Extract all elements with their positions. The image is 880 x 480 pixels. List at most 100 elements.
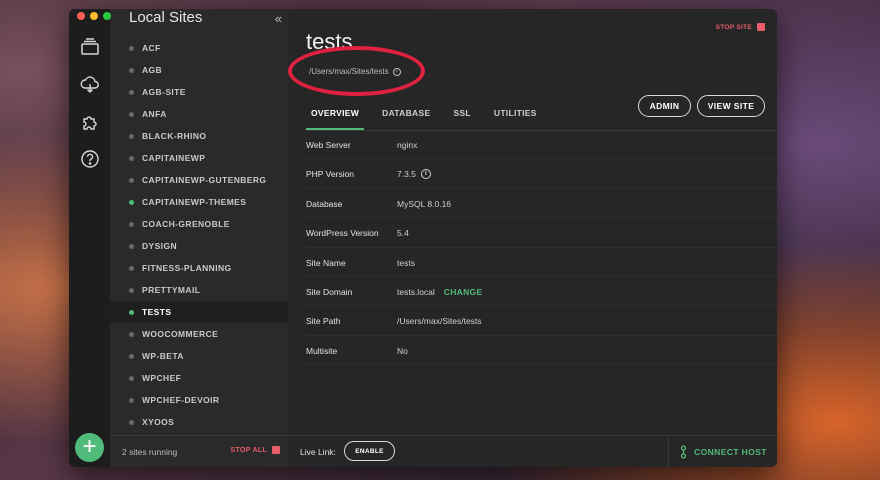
site-item-capitainewp-themes[interactable]: CAPITAINEWP-THEMES bbox=[110, 191, 288, 213]
tab-utilities[interactable]: UTILITIES bbox=[489, 104, 542, 130]
detail-row: Site Domain tests.local CHANGE bbox=[306, 277, 777, 307]
addons-icon[interactable] bbox=[79, 110, 101, 132]
running-count: 2 sites running bbox=[122, 447, 178, 457]
detail-value: /Users/max/Sites/tests bbox=[397, 316, 482, 327]
site-item-label: ANFA bbox=[142, 109, 167, 119]
detail-value: No bbox=[397, 345, 408, 356]
detail-value: tests.local bbox=[397, 286, 435, 297]
window-controls bbox=[77, 12, 111, 20]
stop-square-icon bbox=[272, 446, 280, 454]
stopped-status-dot bbox=[129, 375, 134, 381]
connect-host-label: CONNECT HOST bbox=[694, 447, 767, 457]
site-item-anfa[interactable]: ANFA bbox=[110, 103, 288, 125]
detail-value-wrap: 7.3.5 i bbox=[397, 169, 431, 180]
stopped-status-dot bbox=[129, 265, 134, 271]
detail-label: Site Path bbox=[306, 316, 341, 327]
stop-all-label: STOP ALL bbox=[230, 446, 267, 454]
site-item-label: WPCHEF-DEVOIR bbox=[142, 395, 220, 405]
stopped-status-dot bbox=[129, 353, 134, 359]
site-item-wp-beta[interactable]: WP-BETA bbox=[110, 345, 288, 367]
detail-value-wrap: nginx bbox=[397, 140, 417, 150]
site-item-label: PRETTYMAIL bbox=[142, 285, 201, 295]
site-item-capitainewp[interactable]: CAPITAINEWP bbox=[110, 147, 288, 169]
site-item-xyoos[interactable]: XYOOS bbox=[110, 411, 288, 433]
info-icon[interactable]: i bbox=[420, 169, 431, 180]
site-item-wpchef[interactable]: WPCHEF bbox=[110, 367, 288, 389]
detail-label: PHP Version bbox=[306, 169, 355, 180]
site-item-label: WP-BETA bbox=[142, 351, 184, 361]
site-item-capitainewp-gutenberg[interactable]: CAPITAINEWP-GUTENBERG bbox=[110, 169, 288, 191]
detail-row: Database MySQL 8.0.16 bbox=[306, 189, 777, 219]
sidebar-title: Local Sites bbox=[129, 9, 203, 26]
stopped-status-dot bbox=[129, 67, 134, 73]
site-tabs: OVERVIEW DATABASE SSL UTILITIES bbox=[306, 104, 542, 130]
detail-value-wrap: 5.4 bbox=[397, 228, 409, 238]
detail-label: Multisite bbox=[306, 345, 338, 356]
stopped-status-dot bbox=[129, 45, 134, 51]
detail-value: 5.4 bbox=[397, 228, 409, 239]
detail-row: Web Server nginx bbox=[306, 130, 777, 160]
stop-all-button[interactable]: STOP ALL bbox=[230, 446, 280, 454]
collapse-sidebar-icon[interactable]: « bbox=[275, 11, 282, 26]
site-item-woocommerce[interactable]: WOOCOMMERCE bbox=[110, 323, 288, 345]
detail-value: MySQL 8.0.16 bbox=[397, 198, 452, 209]
detail-value: tests bbox=[397, 257, 415, 268]
view-site-button[interactable]: VIEW SITE bbox=[697, 95, 765, 117]
stopped-status-dot bbox=[129, 133, 134, 139]
stopped-status-dot bbox=[129, 243, 134, 249]
site-item-label: COACH-GRENOBLE bbox=[142, 219, 230, 229]
detail-value-wrap: No bbox=[397, 346, 408, 356]
sites-icon[interactable] bbox=[79, 36, 101, 58]
detail-value-wrap: /Users/max/Sites/tests bbox=[397, 316, 482, 326]
detail-value: 7.3.5 bbox=[397, 169, 416, 180]
stopped-status-dot bbox=[129, 155, 134, 161]
minimize-window-button[interactable] bbox=[90, 12, 98, 20]
site-item-label: AGB bbox=[142, 65, 163, 75]
site-item-label: XYOOS bbox=[142, 417, 175, 427]
stop-site-button[interactable]: STOP SITE bbox=[716, 23, 765, 31]
detail-label: Site Domain bbox=[306, 286, 353, 297]
enable-live-link-button[interactable]: ENABLE bbox=[344, 441, 395, 461]
stop-site-label: STOP SITE bbox=[715, 23, 752, 31]
detail-label: Web Server bbox=[306, 140, 351, 150]
site-item-prettymail[interactable]: PRETTYMAIL bbox=[110, 279, 288, 301]
tab-overview[interactable]: OVERVIEW bbox=[306, 104, 365, 130]
stopped-status-dot bbox=[129, 221, 134, 227]
detail-label: Database bbox=[306, 198, 343, 209]
site-item-dysign[interactable]: DYSIGN bbox=[110, 235, 288, 257]
site-item-fitness-planning[interactable]: FITNESS-PLANNING bbox=[110, 257, 288, 279]
running-status-dot bbox=[129, 199, 134, 205]
stopped-status-dot bbox=[129, 111, 134, 117]
live-link-label: Live Link: bbox=[300, 447, 336, 457]
stopped-status-dot bbox=[129, 287, 134, 293]
stopped-status-dot bbox=[129, 331, 134, 337]
connect-host-button[interactable]: CONNECT HOST bbox=[668, 436, 777, 467]
detail-row: PHP Version 7.3.5 i bbox=[306, 159, 777, 189]
site-item-label: CAPITAINEWP-THEMES bbox=[142, 197, 247, 207]
site-details: Web Server nginx PHP Version 7.3.5 i Database… bbox=[306, 130, 777, 366]
admin-button[interactable]: ADMIN bbox=[638, 95, 691, 117]
site-item-black-rhino[interactable]: BLACK-RHINO bbox=[110, 125, 288, 147]
sites-sidebar: Local Sites « ACF AGB AGB-SITE ANFA BLACK-RH… bbox=[110, 9, 288, 467]
tab-database[interactable]: DATABASE bbox=[377, 104, 435, 130]
site-item-label: FITNESS-PLANNING bbox=[142, 263, 232, 273]
add-site-button[interactable]: + bbox=[75, 433, 104, 462]
site-item-wpchef-devoir[interactable]: WPCHEF-DEVOIR bbox=[110, 389, 288, 411]
icon-rail: + bbox=[69, 9, 110, 467]
change-domain-link[interactable]: CHANGE bbox=[444, 287, 483, 297]
close-window-button[interactable] bbox=[77, 12, 85, 20]
tab-ssl[interactable]: SSL bbox=[448, 104, 475, 130]
site-item-label: CAPITAINEWP bbox=[142, 153, 206, 163]
cloud-icon[interactable] bbox=[79, 73, 101, 95]
help-icon[interactable] bbox=[79, 148, 101, 170]
site-item-coach-grenoble[interactable]: COACH-GRENOBLE bbox=[110, 213, 288, 235]
maximize-window-button[interactable] bbox=[103, 12, 111, 20]
site-list: ACF AGB AGB-SITE ANFA BLACK-RHINO CAPITAINEWP… bbox=[110, 37, 288, 433]
site-item-acf[interactable]: ACF bbox=[110, 37, 288, 59]
site-item-agb-site[interactable]: AGB-SITE bbox=[110, 81, 288, 103]
site-item-tests[interactable]: TESTS bbox=[110, 301, 288, 323]
detail-value: nginx bbox=[397, 140, 418, 150]
detail-label: WordPress Version bbox=[306, 228, 379, 239]
site-item-agb[interactable]: AGB bbox=[110, 59, 288, 81]
main-panel: STOP SITE tests /Users/max/Sites/tests ›… bbox=[288, 9, 777, 467]
